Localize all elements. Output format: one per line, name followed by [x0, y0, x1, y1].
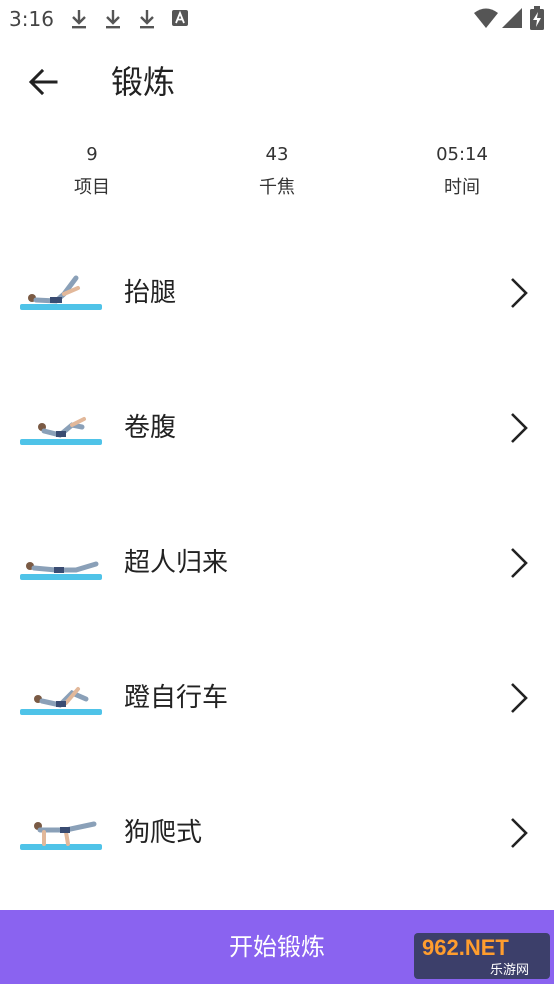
status-time: 3:16	[9, 7, 54, 31]
back-arrow-icon[interactable]	[22, 60, 66, 104]
signal-icon	[502, 8, 522, 28]
stat-calories: 43 千焦	[217, 142, 337, 201]
keyboard-a-icon	[172, 10, 188, 26]
exercise-item-crunch[interactable]: 卷腹	[0, 361, 554, 496]
exercise-name: 超人归来	[124, 548, 229, 578]
exercise-illustration	[20, 561, 102, 580]
status-bar: 3:16	[0, 0, 554, 40]
stat-time: 05:14 时间	[402, 142, 522, 201]
exercise-item-leg-raise[interactable]: 抬腿	[0, 226, 554, 361]
exercise-name: 抬腿	[124, 278, 177, 308]
watermark-text: 962.NET	[422, 935, 509, 960]
wifi-icon	[474, 8, 498, 28]
download-icon	[106, 10, 120, 29]
chevron-right-icon	[511, 818, 528, 848]
page-title: 锻炼	[111, 63, 176, 101]
exercise-illustration	[20, 687, 102, 715]
stat-value: 43	[265, 144, 289, 165]
download-icon	[72, 10, 86, 29]
stat-value: 05:14	[436, 144, 488, 165]
exercise-item-superman[interactable]: 超人归来	[0, 496, 554, 631]
exercise-name: 狗爬式	[124, 818, 203, 848]
chevron-right-icon	[511, 413, 528, 443]
stat-value: 9	[86, 144, 98, 165]
chevron-right-icon	[511, 683, 528, 713]
watermark-logo: 962.NET 乐游网	[414, 933, 550, 979]
exercise-name: 卷腹	[124, 413, 177, 443]
stat-label: 时间	[444, 177, 480, 198]
chevron-right-icon	[511, 548, 528, 578]
watermark-subtext: 乐游网	[490, 963, 530, 978]
exercise-item-bicycle-crunch[interactable]: 蹬自行车	[0, 631, 554, 766]
stat-exercises: 9 项目	[32, 142, 152, 201]
exercise-name: 蹬自行车	[124, 683, 229, 713]
stat-label: 项目	[74, 177, 110, 198]
download-icon	[140, 10, 154, 29]
exercise-item-bird-dog[interactable]: 狗爬式	[0, 766, 554, 901]
chevron-right-icon	[511, 278, 528, 308]
stat-label: 千焦	[259, 177, 295, 198]
exercise-illustration	[20, 417, 102, 445]
battery-charging-icon	[530, 6, 544, 30]
exercise-illustration	[20, 821, 102, 850]
exercise-illustration	[20, 275, 102, 310]
